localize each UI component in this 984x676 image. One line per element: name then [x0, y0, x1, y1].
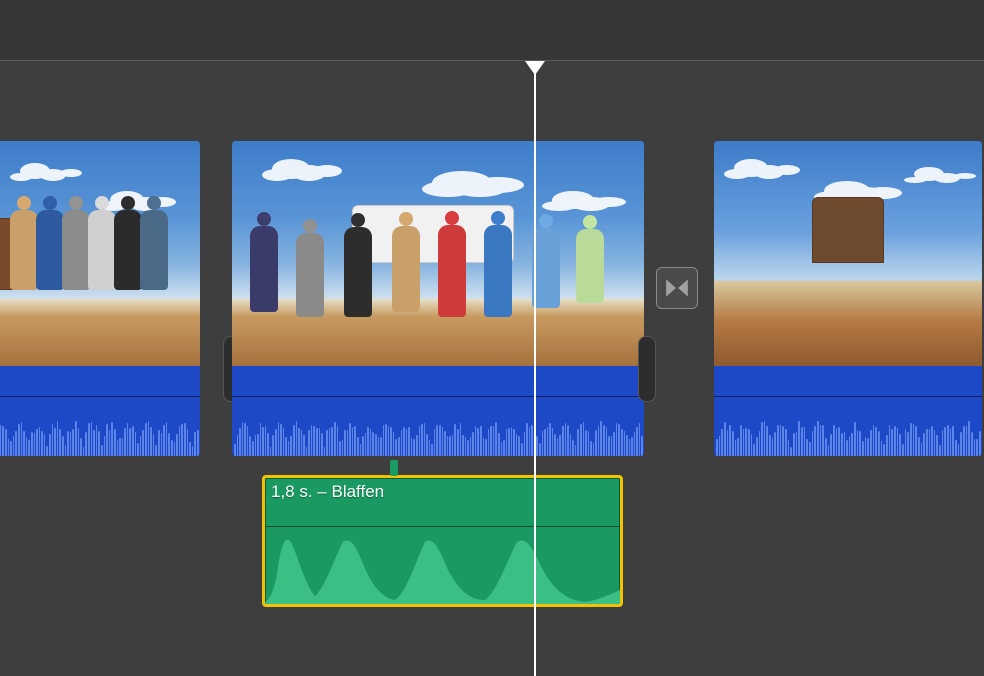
sound-effect-clip[interactable]: 1,8 s. – Blaffen	[262, 475, 623, 607]
sound-effect-anchor-pin[interactable]	[390, 460, 398, 476]
clip-thumbnail	[0, 141, 200, 366]
transition-icon	[664, 275, 690, 301]
transition-crossfade[interactable]	[656, 267, 698, 309]
clip-trim-handle-right[interactable]	[638, 336, 656, 402]
video-clip-1[interactable]	[0, 141, 200, 456]
sound-effect-label: 1,8 s. – Blaffen	[271, 482, 384, 502]
video-clip-2[interactable]	[232, 141, 644, 456]
sfx-waveform	[265, 534, 620, 604]
timeline[interactable]: 1,8 s. – Blaffen	[0, 60, 984, 676]
video-clip-3[interactable]	[714, 141, 982, 456]
clip-audio-waveform[interactable]	[0, 366, 200, 456]
clip-audio-waveform[interactable]	[232, 366, 644, 456]
sfx-volume-line[interactable]	[265, 526, 620, 527]
clip-thumbnail	[232, 141, 644, 366]
clip-audio-waveform[interactable]	[714, 366, 982, 456]
clip-thumbnail	[714, 141, 982, 366]
toolbar-spacer	[0, 0, 984, 60]
